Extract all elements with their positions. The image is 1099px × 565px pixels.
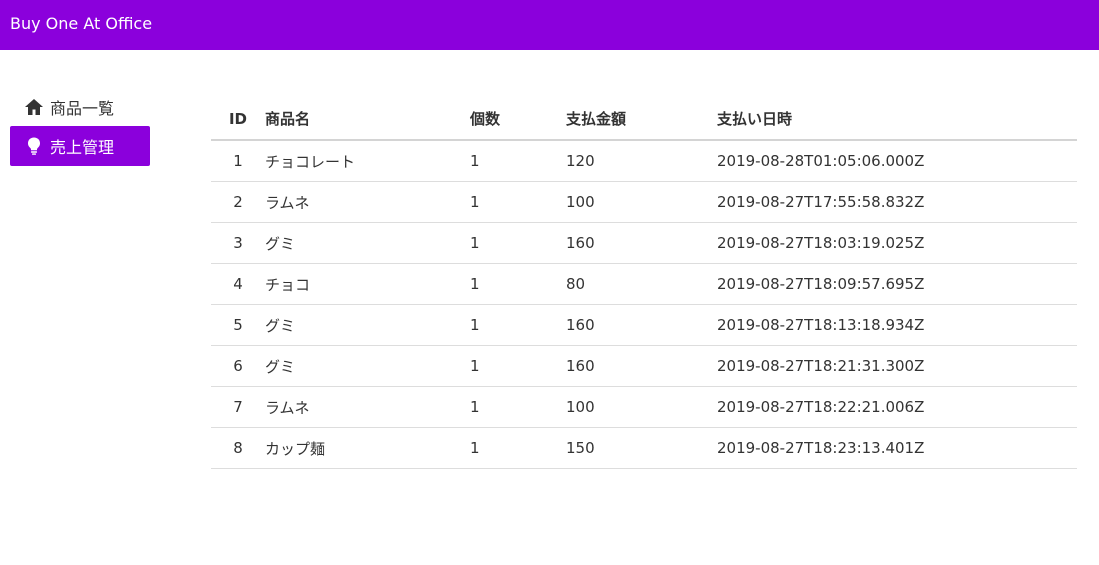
cell-quantity: 1 (470, 386, 566, 428)
cell-product-name: ラムネ (265, 181, 470, 223)
sidebar-item-product-list[interactable]: 商品一覧 (10, 88, 150, 126)
app-title[interactable]: Buy One At Office (10, 0, 152, 48)
cell-product-name: ラムネ (265, 386, 470, 428)
table-row[interactable]: 3 グミ 1 160 2019-08-27T18:03:19.025Z (211, 222, 1077, 264)
cell-quantity: 1 (470, 304, 566, 346)
cell-id: 3 (211, 222, 265, 264)
cell-amount: 160 (566, 222, 717, 264)
cell-amount: 150 (566, 427, 717, 469)
table-header-row: ID 商品名 個数 支払金額 支払い日時 (211, 98, 1077, 141)
cell-quantity: 1 (470, 427, 566, 469)
cell-id: 4 (211, 263, 265, 305)
cell-quantity: 1 (470, 263, 566, 305)
sidebar-item-sales-management[interactable]: 売上管理 (10, 126, 150, 166)
cell-date: 2019-08-27T18:09:57.695Z (717, 263, 1077, 305)
cell-id: 5 (211, 304, 265, 346)
cell-quantity: 1 (470, 345, 566, 387)
cell-amount: 100 (566, 181, 717, 223)
table-row[interactable]: 1 チョコレート 1 120 2019-08-28T01:05:06.000Z (211, 140, 1077, 182)
app-header: Buy One At Office (0, 0, 1099, 50)
lightbulb-icon (24, 136, 44, 156)
column-header-id[interactable]: ID (211, 98, 265, 141)
column-header-amount[interactable]: 支払金額 (566, 98, 717, 141)
cell-date: 2019-08-27T18:21:31.300Z (717, 345, 1077, 387)
cell-amount: 160 (566, 345, 717, 387)
column-header-date[interactable]: 支払い日時 (717, 98, 1077, 141)
cell-amount: 160 (566, 304, 717, 346)
cell-quantity: 1 (470, 222, 566, 264)
table-row[interactable]: 7 ラムネ 1 100 2019-08-27T18:22:21.006Z (211, 386, 1077, 428)
cell-date: 2019-08-27T18:22:21.006Z (717, 386, 1077, 428)
sidebar-item-label: 商品一覧 (50, 99, 115, 118)
cell-product-name: グミ (265, 345, 470, 387)
cell-date: 2019-08-27T18:23:13.401Z (717, 427, 1077, 469)
column-header-quantity[interactable]: 個数 (470, 98, 566, 141)
cell-id: 1 (211, 140, 265, 182)
cell-id: 2 (211, 181, 265, 223)
cell-date: 2019-08-28T01:05:06.000Z (717, 140, 1077, 182)
sales-table: ID 商品名 個数 支払金額 支払い日時 1 チョコレート 1 120 2019… (211, 98, 1077, 469)
cell-id: 7 (211, 386, 265, 428)
cell-date: 2019-08-27T18:13:18.934Z (717, 304, 1077, 346)
sidebar-item-label: 売上管理 (50, 138, 115, 157)
column-header-product-name[interactable]: 商品名 (265, 98, 470, 141)
cell-product-name: グミ (265, 222, 470, 264)
cell-amount: 100 (566, 386, 717, 428)
cell-product-name: チョコレート (265, 140, 470, 182)
table-row[interactable]: 5 グミ 1 160 2019-08-27T18:13:18.934Z (211, 304, 1077, 346)
cell-product-name: グミ (265, 304, 470, 346)
home-icon (24, 97, 44, 117)
cell-product-name: カップ麺 (265, 427, 470, 469)
sidebar: 商品一覧 売上管理 (10, 88, 150, 166)
table-row[interactable]: 2 ラムネ 1 100 2019-08-27T17:55:58.832Z (211, 181, 1077, 223)
cell-quantity: 1 (470, 181, 566, 223)
cell-quantity: 1 (470, 140, 566, 182)
cell-amount: 120 (566, 140, 717, 182)
cell-product-name: チョコ (265, 263, 470, 305)
cell-id: 8 (211, 427, 265, 469)
cell-amount: 80 (566, 263, 717, 305)
cell-date: 2019-08-27T17:55:58.832Z (717, 181, 1077, 223)
table-row[interactable]: 8 カップ麺 1 150 2019-08-27T18:23:13.401Z (211, 427, 1077, 469)
cell-id: 6 (211, 345, 265, 387)
table-row[interactable]: 4 チョコ 1 80 2019-08-27T18:09:57.695Z (211, 263, 1077, 305)
table-row[interactable]: 6 グミ 1 160 2019-08-27T18:21:31.300Z (211, 345, 1077, 387)
cell-date: 2019-08-27T18:03:19.025Z (717, 222, 1077, 264)
